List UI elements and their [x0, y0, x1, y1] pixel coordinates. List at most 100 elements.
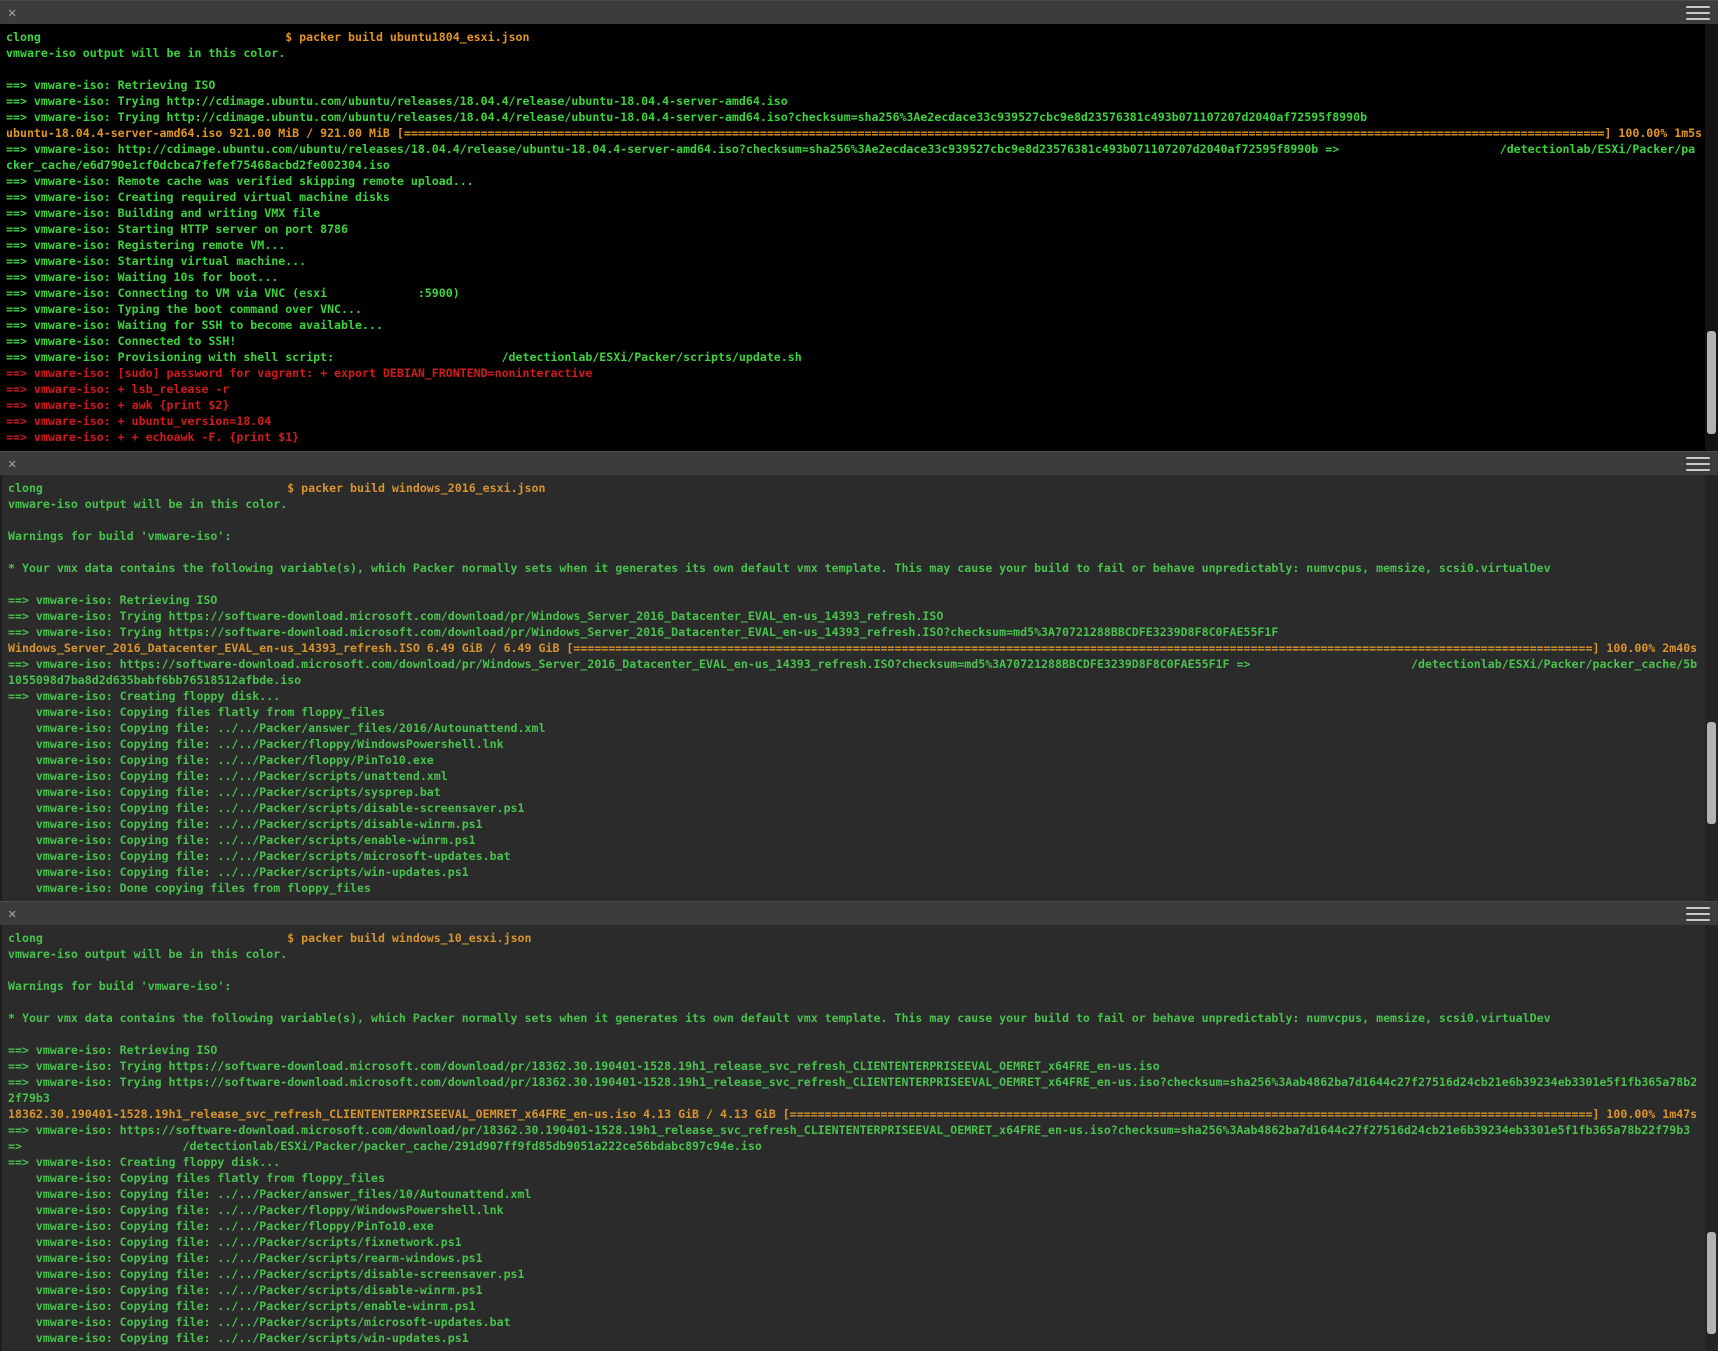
terminal-line: vmware-iso: Copying file: ../../Packer/f… [8, 1218, 1704, 1234]
pane-titlebar-windows2016: ✕ [0, 451, 1718, 475]
terminal-line: 2f79b3 [8, 1090, 1704, 1106]
terminal-line: vmware-iso: Copying file: ../../Packer/s… [8, 1330, 1704, 1346]
terminal-line: vmware-iso: Copying file: ../../Packer/s… [8, 1298, 1704, 1314]
terminal-screen: ✕ clong $ packer build ubuntu1804_esxi.j… [0, 0, 1718, 1351]
scrollbar[interactable] [1705, 24, 1718, 451]
terminal-line: ==> vmware-iso: Retrieving ISO [8, 1042, 1704, 1058]
terminal-output: clong $ packer build windows_10_esxi.jso… [8, 930, 1704, 1351]
terminal-line: clong $ packer build windows_2016_esxi.j… [8, 480, 1704, 496]
terminal-line: Warnings for build 'vmware-iso': [8, 528, 1704, 544]
terminal-line: ==> vmware-iso: Remote cache was verifie… [6, 173, 1704, 189]
terminal-line: vmware-iso: Copying file: ../../Packer/s… [8, 848, 1704, 864]
terminal-line: ==> vmware-iso: + lsb_release -r [6, 381, 1704, 397]
terminal-line: * Your vmx data contains the following v… [8, 1010, 1704, 1026]
terminal-line: ==> vmware-iso: Trying https://software-… [8, 624, 1704, 640]
terminal-line: => /detectionlab/ESXi/Packer/packer_cach… [8, 1138, 1704, 1154]
terminal-line: clong $ packer build ubuntu1804_esxi.jso… [6, 29, 1704, 45]
terminal-output: clong $ packer build windows_2016_esxi.j… [8, 480, 1704, 901]
terminal-line: ==> vmware-iso: Creating floppy disk... [8, 688, 1704, 704]
terminal-line: vmware-iso: Copying file: ../../Packer/s… [8, 1282, 1704, 1298]
terminal-line: vmware-iso: Copying files flatly from fl… [8, 1170, 1704, 1186]
terminal-line: * Your vmx data contains the following v… [8, 560, 1704, 576]
close-icon[interactable]: ✕ [8, 907, 16, 921]
terminal-pane-windows2016[interactable]: clong $ packer build windows_2016_esxi.j… [0, 475, 1718, 901]
terminal-pane-ubuntu[interactable]: clong $ packer build ubuntu1804_esxi.jso… [0, 24, 1718, 451]
terminal-line: vmware-iso: Copying file: ../../Packer/a… [8, 1186, 1704, 1202]
terminal-output: clong $ packer build ubuntu1804_esxi.jso… [6, 29, 1704, 451]
hamburger-menu-icon[interactable] [1686, 457, 1710, 471]
pane-titlebar-ubuntu: ✕ [0, 0, 1718, 24]
terminal-line: vmware-iso: Copying file: ../../Packer/s… [8, 768, 1704, 784]
terminal-line [8, 994, 1704, 1010]
scrollbar[interactable] [1705, 475, 1718, 901]
terminal-line: vmware-iso: Copying file: ../../Packer/s… [8, 784, 1704, 800]
terminal-line: ==> vmware-iso: + ubuntu_version=18.04 [6, 413, 1704, 429]
hamburger-menu-icon[interactable] [1686, 907, 1710, 921]
terminal-line: vmware-iso: Copying file: ../../Packer/s… [8, 1234, 1704, 1250]
terminal-line [8, 544, 1704, 560]
terminal-line: vmware-iso: Copying file: ../../Packer/f… [8, 736, 1704, 752]
terminal-line [8, 1026, 1704, 1042]
terminal-line [8, 962, 1704, 978]
terminal-line: ==> vmware-iso: Building and writing VMX… [6, 205, 1704, 221]
terminal-line: vmware-iso: Copying file: ../../Packer/s… [8, 800, 1704, 816]
scrollbar-thumb[interactable] [1707, 331, 1716, 433]
terminal-line: vmware-iso output will be in this color. [8, 496, 1704, 512]
terminal-line: 18362.30.190401-1528.19h1_release_svc_re… [8, 1106, 1704, 1122]
terminal-line: ==> vmware-iso: http://cdimage.ubuntu.co… [6, 141, 1704, 157]
terminal-line: ==> vmware-iso: Waiting for SSH to becom… [6, 317, 1704, 333]
terminal-line: cker_cache/e6d790e1cf0dcbca7fefef75468ac… [6, 157, 1704, 173]
terminal-line: clong $ packer build windows_10_esxi.jso… [8, 930, 1704, 946]
terminal-line: ==> vmware-iso: Retrieving ISO [8, 592, 1704, 608]
terminal-line: ==> vmware-iso: https://software-downloa… [8, 656, 1704, 672]
terminal-line: vmware-iso: Copying file: ../../Packer/f… [8, 1202, 1704, 1218]
terminal-line: ==> vmware-iso: Creating required virtua… [6, 189, 1704, 205]
terminal-line: ==> vmware-iso: Connecting to VM via VNC… [6, 285, 1704, 301]
terminal-line: vmware-iso: Done copying files from flop… [8, 880, 1704, 896]
terminal-line: ==> vmware-iso: Trying https://software-… [8, 1074, 1704, 1090]
terminal-line: ==> vmware-iso: + awk {print $2} [6, 397, 1704, 413]
terminal-line: 1055098d7ba8d2d635babf6bb76518512afbde.i… [8, 672, 1704, 688]
terminal-line: ==> vmware-iso: + + echoawk -F. {print $… [6, 429, 1704, 445]
terminal-line: ==> vmware-iso: Provisioning with shell … [6, 349, 1704, 365]
terminal-line: ==> vmware-iso: Creating floppy disk... [8, 1154, 1704, 1170]
terminal-line: vmware-iso: Copying file: ../../Packer/s… [8, 1250, 1704, 1266]
terminal-pane-windows10[interactable]: clong $ packer build windows_10_esxi.jso… [0, 925, 1718, 1351]
terminal-line: ==> vmware-iso: Trying https://software-… [8, 1058, 1704, 1074]
close-icon[interactable]: ✕ [8, 457, 16, 471]
terminal-line: vmware-iso: Copying file: ../../Packer/s… [8, 816, 1704, 832]
terminal-line: ==> vmware-iso: Waiting 10s for boot... [6, 269, 1704, 285]
terminal-line: ==> vmware-iso: Starting virtual machine… [6, 253, 1704, 269]
terminal-line [8, 512, 1704, 528]
terminal-line: Windows_Server_2016_Datacenter_EVAL_en-u… [8, 640, 1704, 656]
terminal-line: ==> vmware-iso: Trying http://cdimage.ub… [6, 93, 1704, 109]
hamburger-menu-icon[interactable] [1686, 6, 1710, 20]
terminal-line: ==> vmware-iso: Registering remote VM... [6, 237, 1704, 253]
scrollbar-thumb[interactable] [1707, 1232, 1716, 1334]
terminal-line: ==> vmware-iso: Connected to SSH! [6, 333, 1704, 349]
pane-titlebar-windows10: ✕ [0, 901, 1718, 925]
terminal-line: ==> vmware-iso: Trying https://software-… [8, 608, 1704, 624]
terminal-line: vmware-iso: Copying file: ../../Packer/s… [8, 1266, 1704, 1282]
terminal-line: vmware-iso: Copying files flatly from fl… [8, 704, 1704, 720]
terminal-line: ==> vmware-iso: Starting HTTP server on … [6, 221, 1704, 237]
scrollbar-thumb[interactable] [1707, 722, 1716, 824]
terminal-line: vmware-iso: Copying file: ../../Packer/f… [8, 752, 1704, 768]
terminal-line: vmware-iso: Copying file: ../../Packer/a… [8, 720, 1704, 736]
terminal-line: ==> vmware-iso: Retrieving ISO [6, 77, 1704, 93]
scrollbar[interactable] [1705, 925, 1718, 1351]
terminal-line: vmware-iso: Copying file: ../../Packer/s… [8, 864, 1704, 880]
close-icon[interactable]: ✕ [8, 6, 16, 20]
terminal-line: ==> vmware-iso: https://software-downloa… [8, 1122, 1704, 1138]
terminal-line: vmware-iso: Copying file: ../../Packer/s… [8, 832, 1704, 848]
terminal-line: vmware-iso output will be in this color. [6, 45, 1704, 61]
terminal-line: ubuntu-18.04.4-server-amd64.iso 921.00 M… [6, 125, 1704, 141]
terminal-line: vmware-iso: Copying file: ../../Packer/s… [8, 1314, 1704, 1330]
terminal-line [6, 61, 1704, 77]
terminal-line: ==> vmware-iso: Trying http://cdimage.ub… [6, 109, 1704, 125]
terminal-line: ==> vmware-iso: [sudo] password for vagr… [6, 365, 1704, 381]
terminal-line: Warnings for build 'vmware-iso': [8, 978, 1704, 994]
terminal-line [8, 576, 1704, 592]
terminal-line: ==> vmware-iso: Typing the boot command … [6, 301, 1704, 317]
terminal-line: vmware-iso output will be in this color. [8, 946, 1704, 962]
